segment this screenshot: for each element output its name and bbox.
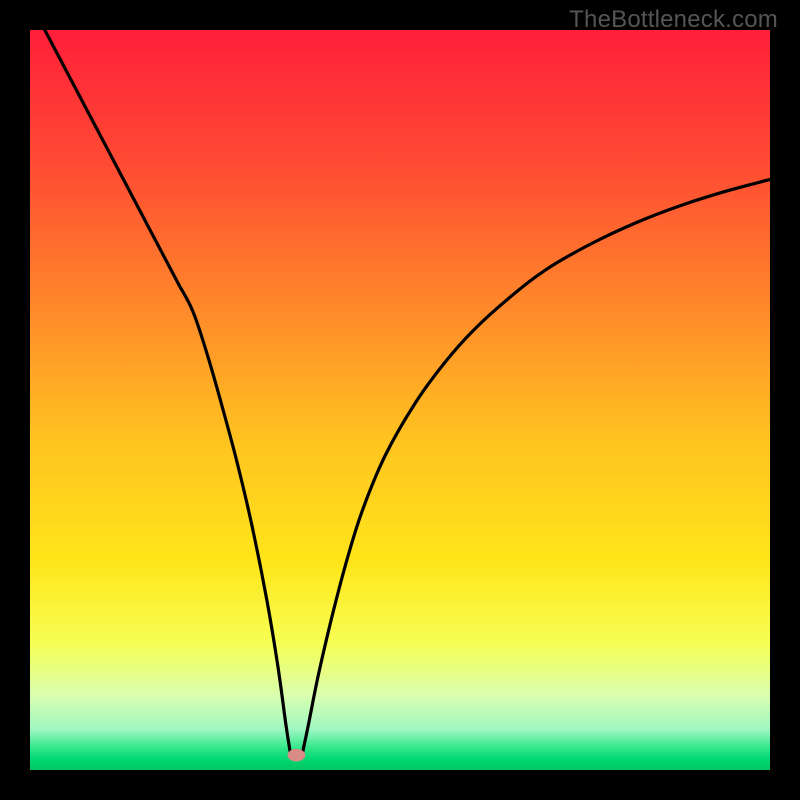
chart-frame — [30, 30, 770, 770]
optimum-marker — [288, 749, 306, 762]
bottleneck-chart — [30, 30, 770, 770]
gradient-background — [30, 30, 770, 770]
